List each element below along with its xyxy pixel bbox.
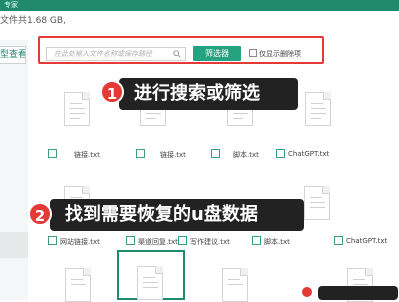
selected-file-cell[interactable]: [117, 250, 185, 300]
file-checkbox[interactable]: [178, 236, 187, 245]
file-summary: 文件共1.68 GB,: [0, 16, 66, 26]
file-name: 脚本.txt: [264, 238, 290, 246]
callout-step-1: 进行搜索或筛选: [119, 78, 298, 110]
step-number-badge: 1: [100, 80, 124, 104]
file-name: 链接.txt: [160, 151, 186, 159]
file-name: 链接.txt: [74, 151, 100, 159]
file-checkbox[interactable]: [252, 236, 261, 245]
title-bar: 专家: [0, 0, 399, 11]
file-name: 渠道回复.txt: [138, 238, 178, 246]
search-input[interactable]: 在此处输入文件名称或保存路径: [46, 47, 186, 61]
file-checkbox[interactable]: [334, 236, 343, 245]
file-checkbox[interactable]: [126, 236, 135, 245]
file-name: 网站链接.txt: [60, 238, 100, 246]
file-icon[interactable]: [64, 92, 90, 126]
sidebar-item[interactable]: [0, 232, 28, 258]
file-checkbox[interactable]: [136, 149, 145, 158]
file-icon[interactable]: [305, 92, 331, 126]
callout-text: 找到需要恢复的u盘数据: [65, 204, 258, 225]
file-checkbox[interactable]: [276, 149, 285, 158]
file-checkbox[interactable]: [48, 236, 57, 245]
search-icon[interactable]: [173, 50, 181, 58]
sidebar: [0, 40, 28, 300]
callout-step-2: 找到需要恢复的u盘数据: [50, 199, 304, 231]
file-name: 脚本.txt: [233, 151, 259, 159]
file-name: 写作建议.txt: [190, 238, 230, 246]
file-icon[interactable]: [304, 186, 330, 220]
search-placeholder: 在此处输入文件名称或保存路径: [54, 50, 152, 58]
callout-text: 进行搜索或筛选: [134, 83, 260, 104]
app-title: 专家: [4, 1, 18, 9]
file-icon[interactable]: [222, 268, 248, 302]
file-checkbox[interactable]: [48, 149, 57, 158]
file-icon[interactable]: [65, 268, 91, 302]
file-name: ChatGPT.txt: [288, 150, 330, 158]
sidebar-tab-view-type[interactable]: 型查看: [0, 46, 26, 64]
deleted-only-label: 仅显示删除项: [259, 50, 301, 58]
step-number-badge: 2: [28, 202, 52, 226]
file-name: ChatGPT.txt: [346, 237, 388, 245]
step-number-badge-partial: [300, 285, 314, 299]
file-checkbox[interactable]: [211, 149, 220, 158]
callout-partial: [318, 286, 398, 300]
filter-button[interactable]: 筛选器: [193, 46, 241, 61]
deleted-only-checkbox[interactable]: [249, 49, 257, 57]
file-icon[interactable]: [137, 266, 163, 300]
